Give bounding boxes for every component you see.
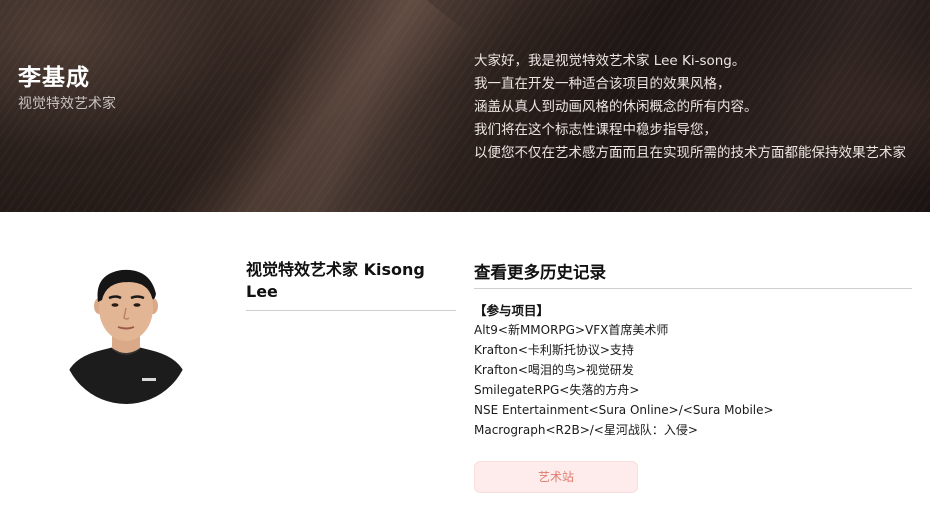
- hero-banner: 李基成 视觉特效艺术家 大家好，我是视觉特效艺术家 Lee Ki-song。 我…: [0, 0, 930, 212]
- intro-line: 涵盖从真人到动画风格的休闲概念的所有内容。: [474, 99, 758, 115]
- divider: [246, 310, 456, 311]
- artstation-button[interactable]: 艺术站: [474, 461, 638, 493]
- intro-line: 我们将在这个标志性课程中稳步指导您，: [474, 122, 717, 138]
- project-item: Krafton<喝泪的鸟>视觉研发: [474, 363, 634, 377]
- intro-line: 以便您不仅在艺术感方面而且在实现所需的技术方面都能保持效果艺术家: [474, 145, 906, 161]
- project-item: SmilegateRPG<失落的方舟>: [474, 383, 640, 397]
- instructor-name: 李基成: [18, 65, 90, 91]
- intro-line: 我一直在开发一种适合该项目的效果风格，: [474, 76, 731, 92]
- divider: [474, 288, 912, 289]
- projects-heading: 【参与项目】: [474, 303, 550, 318]
- project-item: NSE Entertainment<Sura Online>/<Sura Mob…: [474, 403, 774, 417]
- project-item: Krafton<卡利斯托协议>支持: [474, 343, 634, 357]
- intro-line: 大家好，我是视觉特效艺术家 Lee Ki-song。: [474, 53, 746, 69]
- project-item: Alt9<新MMORPG>VFX首席美术师: [474, 323, 669, 337]
- avatar-portrait: [62, 269, 190, 404]
- instructor-role: 视觉特效艺术家: [18, 96, 116, 112]
- artist-title: 视觉特效艺术家 Kisong Lee: [246, 260, 425, 301]
- intro-text: 大家好，我是视觉特效艺术家 Lee Ki-song。 我一直在开发一种适合该项目…: [474, 50, 930, 165]
- avatar: [62, 268, 190, 404]
- project-item: Macrograph<R2B>/<星河战队：入侵>: [474, 423, 698, 437]
- history-title: 查看更多历史记录: [474, 263, 606, 282]
- projects-list: Alt9<新MMORPG>VFX首席美术师 Krafton<卡利斯托协议>支持 …: [474, 320, 774, 440]
